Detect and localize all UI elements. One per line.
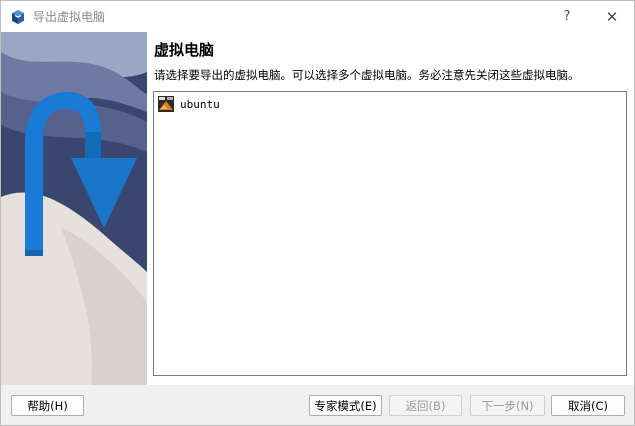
- help-button[interactable]: 帮助(H): [11, 395, 84, 416]
- expert-mode-button[interactable]: 专家模式(E): [309, 395, 382, 416]
- back-button[interactable]: 返回(B): [389, 395, 462, 416]
- vm-name: ubuntu: [180, 97, 220, 111]
- help-icon[interactable]: ?: [545, 1, 589, 32]
- list-item[interactable]: ubuntu: [158, 95, 220, 113]
- next-button[interactable]: 下一步(N): [470, 395, 545, 416]
- close-icon[interactable]: ✕: [590, 1, 634, 32]
- cancel-button[interactable]: 取消(C): [551, 395, 625, 416]
- virtualbox-app-icon: [12, 9, 24, 24]
- ubuntu-os-icon: [158, 96, 174, 112]
- export-arrow-illustration: [1, 32, 147, 385]
- button-bar: 帮助(H) 专家模式(E) 返回(B) 下一步(N) 取消(C): [1, 385, 634, 425]
- window-title: 导出虚拟电脑: [33, 10, 106, 24]
- export-vm-dialog: 导出虚拟电脑 ? ✕ 虚拟电脑 请选择要导出的虚拟电脑。可以选择多个虚拟电脑。务…: [0, 0, 635, 426]
- title-bar: 导出虚拟电脑 ? ✕: [1, 1, 634, 32]
- wizard-content: 虚拟电脑 请选择要导出的虚拟电脑。可以选择多个虚拟电脑。务必注意先关闭这些虚拟电…: [147, 32, 634, 385]
- page-description: 请选择要导出的虚拟电脑。可以选择多个虚拟电脑。务必注意先关闭这些虚拟电脑。: [154, 68, 580, 82]
- page-title: 虚拟电脑: [154, 41, 215, 59]
- wizard-banner-image: [1, 32, 147, 385]
- vm-list[interactable]: ubuntu: [153, 91, 627, 376]
